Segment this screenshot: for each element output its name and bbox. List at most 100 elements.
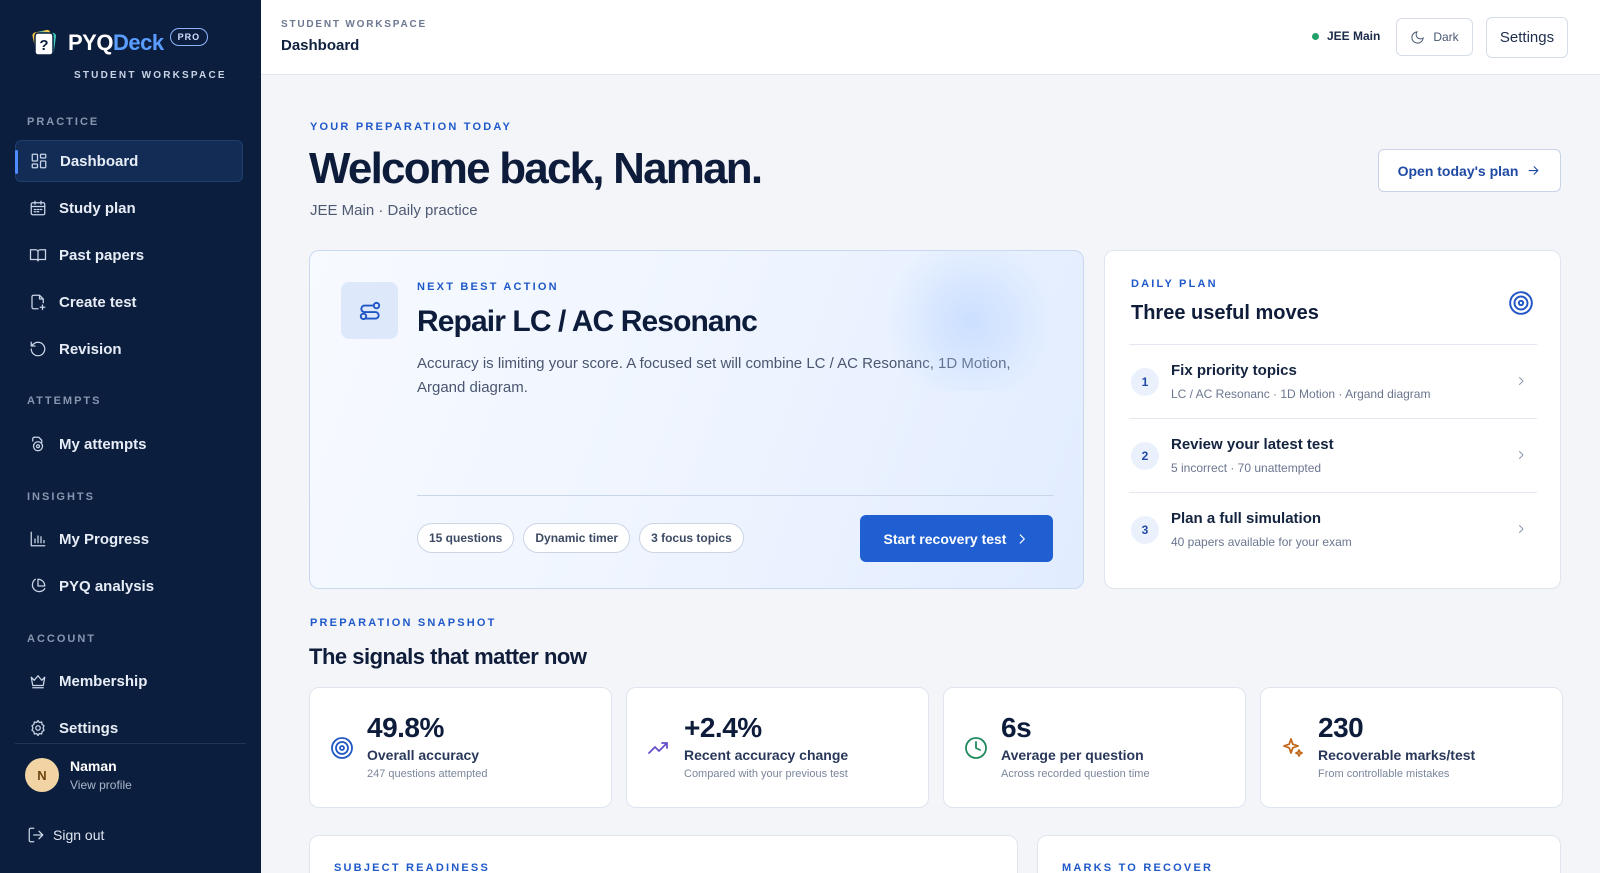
stat-label: Recoverable marks/test xyxy=(1318,747,1476,763)
sidebar-item-label: Create test xyxy=(59,293,137,311)
clock-icon xyxy=(965,737,987,759)
pro-badge: PRO xyxy=(169,28,209,46)
sidebar-item-label: Past papers xyxy=(59,246,145,264)
topbar: STUDENT WORKSPACE Dashboard JEE Main Dar… xyxy=(261,0,1600,75)
section-practice: PRACTICE xyxy=(27,116,100,128)
book-icon xyxy=(29,249,47,262)
brand-name: PYQDeck xyxy=(68,30,164,55)
plan-item-subtitle: 40 papers available for your exam xyxy=(1171,535,1352,549)
hero-subtitle: JEE Main · Daily practice xyxy=(310,202,478,219)
snapshot-title: The signals that matter now xyxy=(309,644,587,669)
chip-timer: Dynamic timer xyxy=(523,523,631,553)
sidebar-item-dashboard[interactable]: Dashboard xyxy=(15,140,243,182)
stat-card-accuracy-change: +2.4% Recent accuracy change Compared wi… xyxy=(626,687,929,808)
attempts-icon xyxy=(32,436,44,452)
open-plan-button[interactable]: Open today's plan xyxy=(1378,149,1561,192)
stat-value: 6s xyxy=(1001,712,1032,743)
section-account: ACCOUNT xyxy=(27,633,96,645)
stat-card-recoverable-marks: 230 Recoverable marks/test From controll… xyxy=(1260,687,1563,808)
sidebar-item-pyq-analysis[interactable]: PYQ analysis xyxy=(15,565,243,607)
next-action-title: Repair LC / AC Resonanc xyxy=(417,305,758,338)
chevron-right-icon xyxy=(1020,533,1026,544)
sidebar-item-label: Settings xyxy=(59,719,119,737)
arrow-right-icon xyxy=(1528,166,1539,175)
target-icon xyxy=(1509,291,1533,315)
stat-subtitle: 247 questions attempted xyxy=(367,768,488,780)
route-icon xyxy=(341,282,398,339)
plan-item[interactable]: 2 Review your latest test 5 incorrect · … xyxy=(1129,418,1537,492)
start-recovery-test-button[interactable]: Start recovery test xyxy=(860,515,1053,562)
exam-indicator[interactable]: JEE Main xyxy=(1312,29,1380,43)
logout-icon xyxy=(28,827,44,843)
sidebar-item-label: Membership xyxy=(59,672,148,690)
stat-label: Average per question xyxy=(1001,747,1144,763)
sidebar-item-create-test[interactable]: Create test xyxy=(15,281,243,323)
sparkle-icon xyxy=(1283,738,1303,757)
avatar: N xyxy=(25,758,59,792)
marks-to-recover-eyebrow: MARKS TO RECOVER xyxy=(1062,862,1214,873)
divider xyxy=(417,495,1053,496)
section-attempts: ATTEMPTS xyxy=(27,395,102,407)
stat-subtitle: From controllable mistakes xyxy=(1318,768,1450,780)
gear-icon xyxy=(31,719,45,737)
trend-up-icon xyxy=(648,742,668,754)
plan-item[interactable]: 1 Fix priority topics LC / AC Resonanc ·… xyxy=(1129,344,1537,418)
chevron-right-icon xyxy=(1519,451,1524,459)
stat-subtitle: Across recorded question time xyxy=(1001,768,1150,780)
daily-plan-card: DAILY PLAN Three useful moves 1 Fix prio… xyxy=(1104,250,1561,589)
sidebar: ? PYQDeck PRO STUDENT WORKSPACE PRACTICE… xyxy=(0,0,261,873)
sign-out-button[interactable]: Sign out xyxy=(27,826,104,844)
exam-label: JEE Main xyxy=(1327,29,1381,43)
subject-readiness-eyebrow: SUBJECT READINESS xyxy=(334,862,490,873)
next-action-eyebrow: NEXT BEST ACTION xyxy=(417,281,559,293)
stat-value: 49.8% xyxy=(367,712,444,743)
theme-toggle-label: Dark xyxy=(1433,30,1459,44)
sidebar-item-label: Study plan xyxy=(59,199,136,217)
section-insights: INSIGHTS xyxy=(27,491,95,503)
sidebar-item-label: Revision xyxy=(59,340,122,358)
stat-card-accuracy: 49.8% Overall accuracy 247 questions att… xyxy=(309,687,612,808)
hero-eyebrow: YOUR PREPARATION TODAY xyxy=(310,121,513,133)
stat-value: 230 xyxy=(1318,712,1364,743)
brand-subtitle: STUDENT WORKSPACE xyxy=(74,70,227,81)
sidebar-item-label: My Progress xyxy=(59,530,150,548)
target-icon xyxy=(331,737,353,759)
plan-list: 1 Fix priority topics LC / AC Resonanc ·… xyxy=(1129,344,1537,566)
chip-list: 15 questions Dynamic timer 3 focus topic… xyxy=(417,523,744,553)
profile-text: Naman View profile xyxy=(59,758,132,792)
brand[interactable]: ? PYQDeck PRO xyxy=(28,26,209,60)
rotate-icon xyxy=(30,341,46,357)
open-plan-label: Open today's plan xyxy=(1397,162,1519,179)
breadcrumb: STUDENT WORKSPACE xyxy=(281,19,427,30)
daily-plan-title: Three useful moves xyxy=(1131,302,1319,324)
daily-plan-eyebrow: DAILY PLAN xyxy=(1131,278,1218,290)
plan-item-title: Review your latest test xyxy=(1171,436,1334,453)
plan-item-title: Fix priority topics xyxy=(1171,362,1297,379)
plan-item[interactable]: 3 Plan a full simulation 40 papers avail… xyxy=(1129,492,1537,566)
chevron-right-icon xyxy=(1519,525,1524,533)
crown-icon xyxy=(30,675,46,689)
sidebar-item-membership[interactable]: Membership xyxy=(15,660,243,702)
stat-label: Recent accuracy change xyxy=(684,747,849,763)
chevron-right-icon xyxy=(1519,377,1524,385)
plan-item-subtitle: 5 incorrect · 70 unattempted xyxy=(1171,461,1322,475)
view-profile-link[interactable]: View profile xyxy=(70,778,132,792)
svg-text:?: ? xyxy=(39,37,48,54)
stat-card-avg-time: 6s Average per question Across recorded … xyxy=(943,687,1246,808)
sidebar-item-my-attempts[interactable]: My attempts xyxy=(15,423,243,465)
profile-card[interactable]: N Naman View profile xyxy=(15,743,246,792)
subject-readiness-card: SUBJECT READINESS xyxy=(309,835,1018,873)
sidebar-item-study-plan[interactable]: Study plan xyxy=(15,187,243,229)
sidebar-item-past-papers[interactable]: Past papers xyxy=(15,234,243,276)
stat-label: Overall accuracy xyxy=(367,747,480,763)
calendar-icon xyxy=(30,200,46,216)
welcome-heading: Welcome back, Naman. xyxy=(309,144,763,193)
status-dot-icon xyxy=(1312,32,1319,40)
theme-toggle-button[interactable]: Dark xyxy=(1396,18,1473,56)
page-title: Dashboard xyxy=(281,37,360,54)
sidebar-item-revision[interactable]: Revision xyxy=(15,328,243,370)
plan-item-number: 2 xyxy=(1131,442,1159,470)
settings-button[interactable]: Settings xyxy=(1486,17,1568,58)
plan-item-number: 3 xyxy=(1131,516,1159,544)
sidebar-item-my-progress[interactable]: My Progress xyxy=(15,518,243,560)
